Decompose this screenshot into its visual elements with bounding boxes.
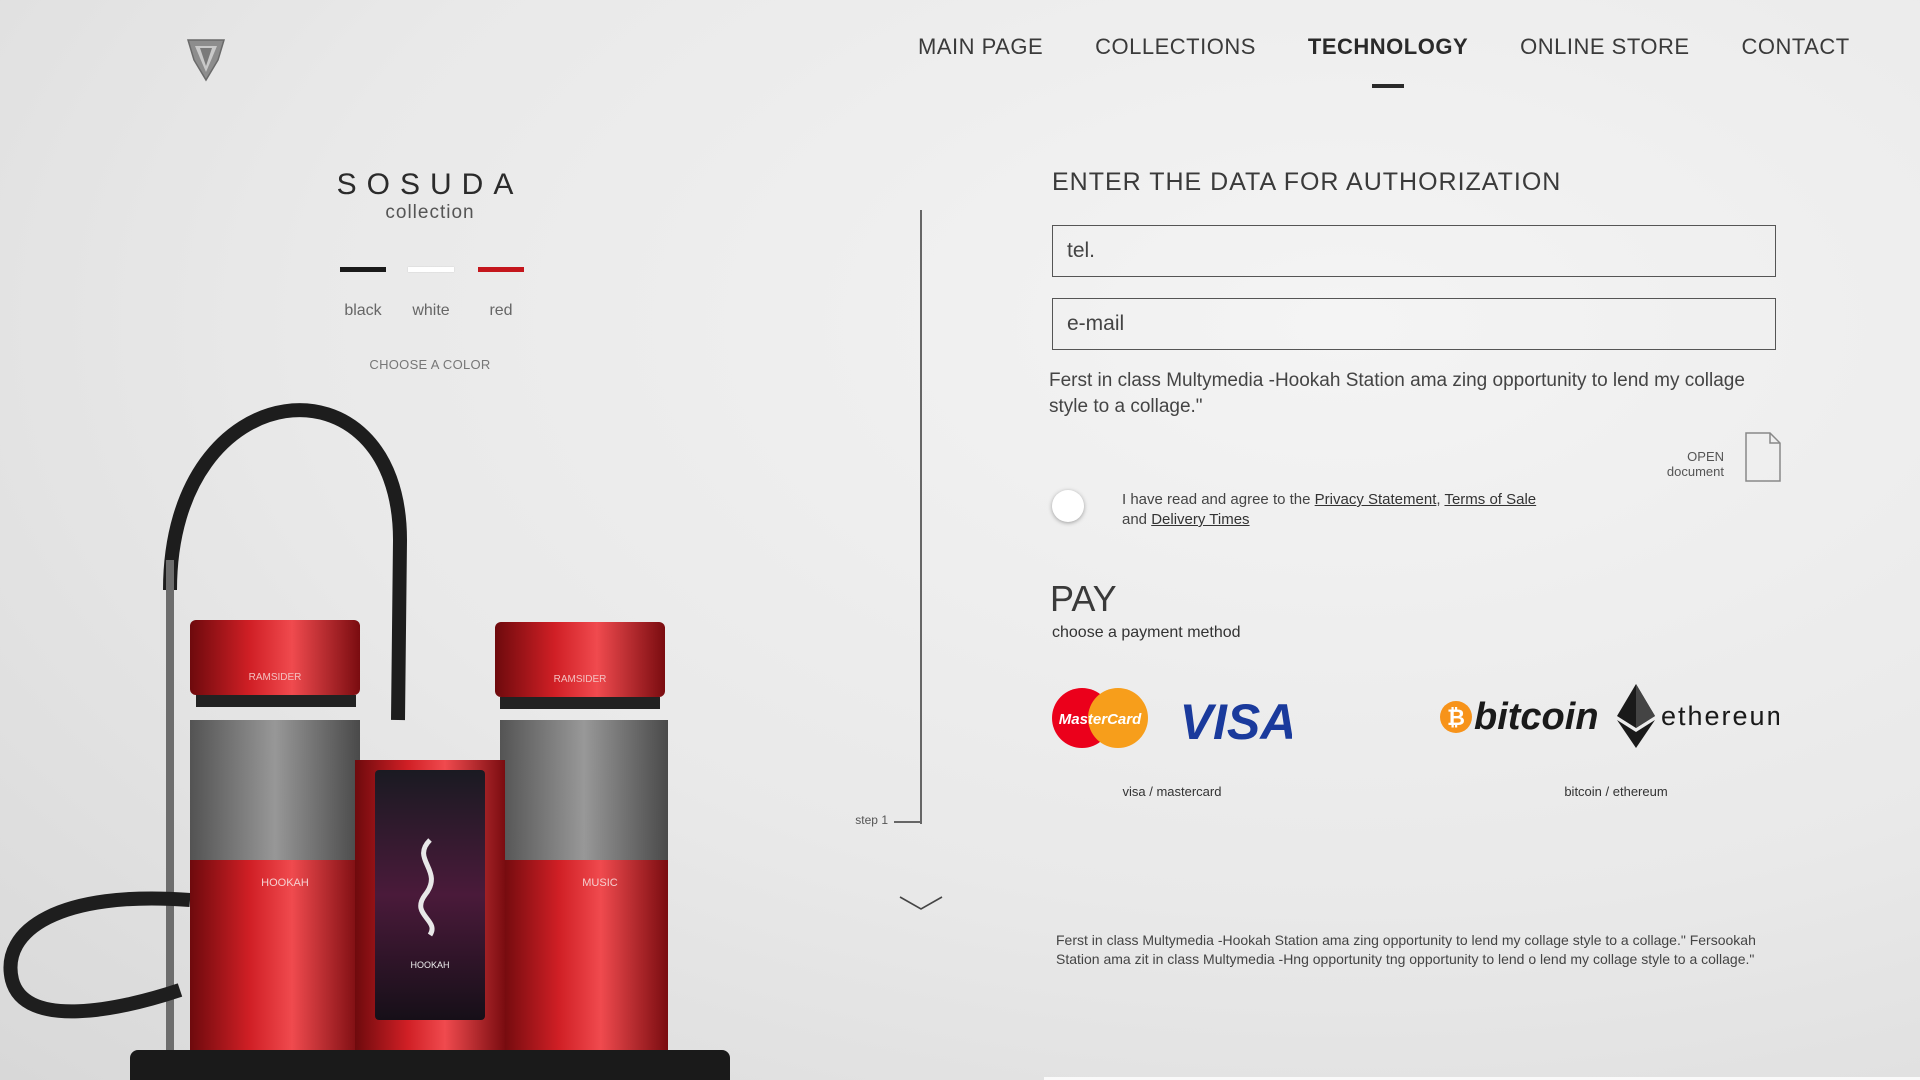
terms-of-sale-link[interactable]: Terms of Sale <box>1444 491 1536 508</box>
screen-title: HOOKAH <box>410 960 449 970</box>
step-progress-line <box>920 210 922 824</box>
privacy-statement-link[interactable]: Privacy Statement <box>1315 491 1437 508</box>
hookah-station-image: RAMSIDER RAMSIDER HOOKAH MUSIC HOOKAH <box>3 403 730 1080</box>
collection-subtitle: collection <box>385 202 475 223</box>
step-label: step 1 <box>855 813 888 827</box>
auth-title: ENTER THE DATA FOR AUTHORIZATION <box>1052 168 1562 196</box>
document-icon[interactable] <box>1744 431 1782 483</box>
ethereum-icon <box>1617 684 1655 748</box>
color-label-red[interactable]: red <box>466 302 536 320</box>
card-payment-option[interactable]: MasterCard VISA <box>1052 685 1292 751</box>
left-tank-label: HOOKAH <box>261 877 309 889</box>
left-head-brand: RAMSIDER <box>249 672 302 683</box>
mastercard-logo-text: MasterCard <box>1059 711 1142 728</box>
delivery-times-link[interactable]: Delivery Times <box>1151 511 1249 528</box>
email-field[interactable] <box>1052 298 1776 350</box>
open-document-label[interactable]: OPEN document <box>1630 449 1724 479</box>
step-marker <box>894 821 922 823</box>
color-label-black[interactable]: black <box>328 302 398 320</box>
nav-collections[interactable]: COLLECTIONS <box>1095 34 1256 74</box>
color-swatch-black[interactable] <box>340 267 386 272</box>
crypto-payment-option[interactable]: ₿ bitcoin ethereum <box>1437 680 1779 752</box>
nav-online-store[interactable]: ONLINE STORE <box>1520 34 1689 74</box>
tel-field[interactable] <box>1052 225 1776 277</box>
choose-color-label: CHOOSE A COLOR <box>369 357 491 372</box>
bitcoin-logo-text: bitcoin <box>1474 696 1599 738</box>
pay-subtitle: choose a payment method <box>1052 624 1241 641</box>
nav-technology[interactable]: TECHNOLOGY <box>1308 34 1468 74</box>
auth-description: Ferst in class Multymedia -Hookah Statio… <box>1049 370 1745 417</box>
nav-main-page[interactable]: MAIN PAGE <box>918 34 1043 74</box>
bottom-description: Ferst in class Multymedia -Hookah Statio… <box>1056 932 1756 967</box>
color-swatch-white[interactable] <box>408 267 454 272</box>
color-swatch-red[interactable] <box>478 267 524 272</box>
collection-name: SOSUDA <box>336 168 524 201</box>
open-document-line1[interactable]: OPEN <box>1630 449 1724 464</box>
open-document-line2[interactable]: document <box>1630 464 1724 479</box>
right-tank-label: MUSIC <box>582 877 618 889</box>
agreement-prefix: I have read and agree to the <box>1122 491 1315 508</box>
card-payment-label[interactable]: visa / mastercard <box>1072 784 1272 799</box>
color-label-white[interactable]: white <box>396 302 466 320</box>
crypto-payment-label[interactable]: bitcoin / ethereum <box>1516 784 1716 799</box>
pay-title: PAY <box>1050 578 1117 619</box>
bitcoin-symbol: ₿ <box>1447 705 1465 730</box>
brand-logo-icon[interactable] <box>184 34 228 84</box>
right-head-brand: RAMSIDER <box>554 674 607 685</box>
agree-radio[interactable] <box>1052 490 1084 522</box>
agreement-text: I have read and agree to the Privacy Sta… <box>1122 490 1602 530</box>
main-nav: MAIN PAGE COLLECTIONS TECHNOLOGY ONLINE … <box>918 34 1850 74</box>
visa-logo-text: VISA <box>1180 694 1292 750</box>
chevron-down-icon[interactable] <box>898 893 944 913</box>
agreement-and: and <box>1122 511 1152 528</box>
ethereum-logo-text: ethereum <box>1661 701 1779 731</box>
nav-contact[interactable]: CONTACT <box>1742 34 1850 74</box>
